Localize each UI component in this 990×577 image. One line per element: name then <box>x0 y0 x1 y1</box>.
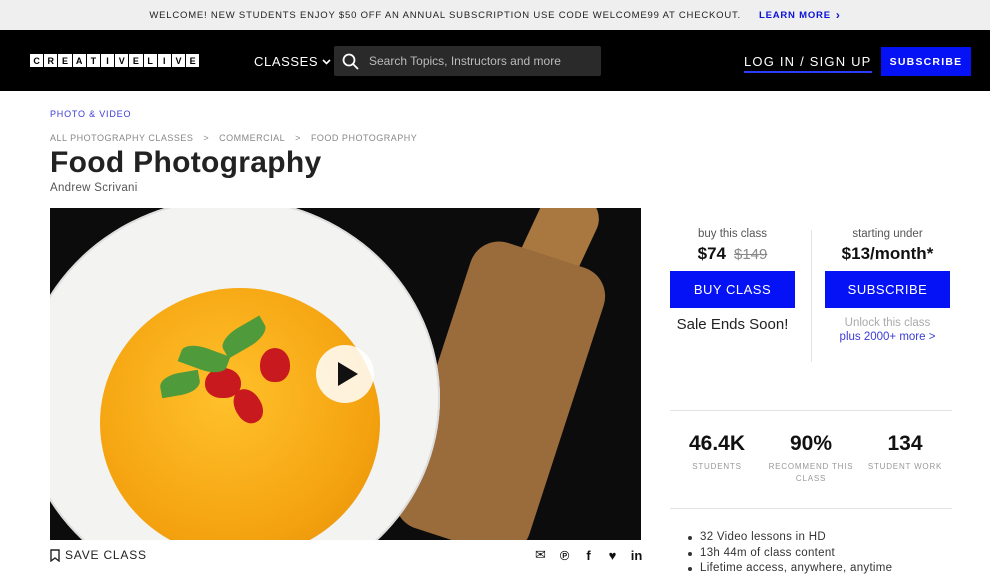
list-item: 32 Video lessons in HD <box>688 530 892 546</box>
classes-menu[interactable]: CLASSES <box>254 54 331 69</box>
strawberry <box>205 368 241 398</box>
save-class-label: SAVE CLASS <box>65 548 147 562</box>
breadcrumb: ALL PHOTOGRAPHY CLASSES > COMMERCIAL > F… <box>50 133 417 143</box>
twitter-icon[interactable]: ♥ <box>605 548 620 563</box>
promo-banner: WELCOME! NEW STUDENTS ENJOY $50 OFF AN A… <box>0 0 990 30</box>
divider <box>670 410 952 411</box>
sale-notice: Sale Ends Soon! <box>676 316 789 333</box>
logo-letter: E <box>129 54 143 67</box>
search-icon <box>342 53 359 70</box>
stat-value: 90% <box>789 432 833 455</box>
promo-text: WELCOME! NEW STUDENTS ENJOY $50 OFF AN A… <box>149 9 741 21</box>
stat-student-work[interactable]: 134 STUDENT WORK <box>858 432 952 485</box>
page-title: Food Photography <box>50 146 322 179</box>
mint-leaf <box>158 369 202 399</box>
chevron-right-icon: › <box>835 8 841 22</box>
subscribe-price: $13/month* <box>841 244 934 263</box>
facebook-icon[interactable]: f <box>581 548 596 563</box>
logo-letter: I <box>100 54 115 67</box>
stat-recommend: 90% RECOMMEND THIS CLASS <box>764 432 858 485</box>
logo-letter: I <box>157 54 171 67</box>
logo-letter: C <box>30 54 44 67</box>
logo-letter: L <box>143 54 157 67</box>
search-input[interactable] <box>369 54 594 68</box>
mint-leaf <box>217 315 271 359</box>
pinterest-icon[interactable]: ℗ <box>557 548 572 563</box>
logo-letter: A <box>72 54 86 67</box>
creativelive-logo[interactable]: C R E A T I V E L I V E <box>30 54 200 67</box>
instructor-name[interactable]: Andrew Scrivani <box>50 182 138 194</box>
email-icon[interactable]: ✉ <box>533 547 548 563</box>
share-icons: ✉ ℗ f ♥ in <box>533 547 644 563</box>
play-icon <box>337 362 358 386</box>
logo-letter: V <box>171 54 186 67</box>
bookmark-icon <box>50 548 60 562</box>
site-header: C R E A T I V E L I V E CLASSES LOG IN /… <box>0 30 990 91</box>
linkedin-icon[interactable]: in <box>629 548 644 563</box>
buy-class-button[interactable]: BUY CLASS <box>670 271 795 308</box>
play-button[interactable] <box>316 345 374 403</box>
breadcrumb-item[interactable]: ALL PHOTOGRAPHY CLASSES <box>50 133 193 143</box>
chevron-down-icon <box>322 58 331 65</box>
current-price: $74 <box>697 244 726 263</box>
price: $74 $149 <box>670 244 795 264</box>
subscribe-button[interactable]: SUBSCRIBE <box>825 271 950 308</box>
stat-students: 46.4K STUDENTS <box>670 432 764 485</box>
original-price: $149 <box>734 246 768 263</box>
search-box[interactable] <box>334 46 601 76</box>
stat-label: STUDENT WORK <box>867 462 943 471</box>
login-signup-link[interactable]: LOG IN / SIGN UP <box>744 54 872 73</box>
stat-value: 134 <box>887 432 923 455</box>
stat-label: STUDENTS <box>692 462 742 471</box>
stat-label: RECOMMEND THIS CLASS <box>768 462 854 483</box>
strawberry <box>260 348 290 382</box>
logo-letter: E <box>58 54 72 67</box>
breadcrumb-item[interactable]: COMMERCIAL <box>219 133 285 143</box>
breadcrumb-item[interactable]: FOOD PHOTOGRAPHY <box>311 133 417 143</box>
classes-label: CLASSES <box>254 54 319 69</box>
divider <box>670 508 952 509</box>
learn-more-link[interactable]: LEARN MORE › <box>759 8 841 22</box>
more-classes-link[interactable]: plus 2000+ more > <box>825 331 950 343</box>
learn-more-label: LEARN MORE <box>758 9 831 21</box>
breadcrumb-separator: > <box>203 133 210 143</box>
save-class-button[interactable]: SAVE CLASS <box>50 548 147 562</box>
divider <box>811 230 812 362</box>
list-item: 13h 44m of class content <box>688 546 892 562</box>
subscribe-label: starting under <box>852 228 923 240</box>
category-link[interactable]: PHOTO & VIDEO <box>50 109 131 119</box>
buy-column: buy this class $74 $149 BUY CLASS Sale En… <box>670 228 795 333</box>
stat-value: 46.4K <box>688 432 746 455</box>
subscribe-column: starting under $13/month* SUBSCRIBE Unlo… <box>825 228 950 343</box>
video-player[interactable] <box>50 208 641 540</box>
unlock-text: Unlock this class <box>844 317 931 329</box>
logo-letter: E <box>186 54 200 67</box>
breadcrumb-separator: > <box>295 133 301 143</box>
logo-letter: T <box>86 54 100 67</box>
class-stats: 46.4K STUDENTS 90% RECOMMEND THIS CLASS … <box>670 432 952 485</box>
soup-bowl <box>100 288 380 540</box>
logo-letter: V <box>115 54 129 67</box>
buy-label: buy this class <box>697 228 768 240</box>
logo-letter: R <box>44 54 58 67</box>
list-item: Lifetime access, anywhere, anytime <box>688 561 892 577</box>
subscribe-button-header[interactable]: SUBSCRIBE <box>881 47 971 76</box>
